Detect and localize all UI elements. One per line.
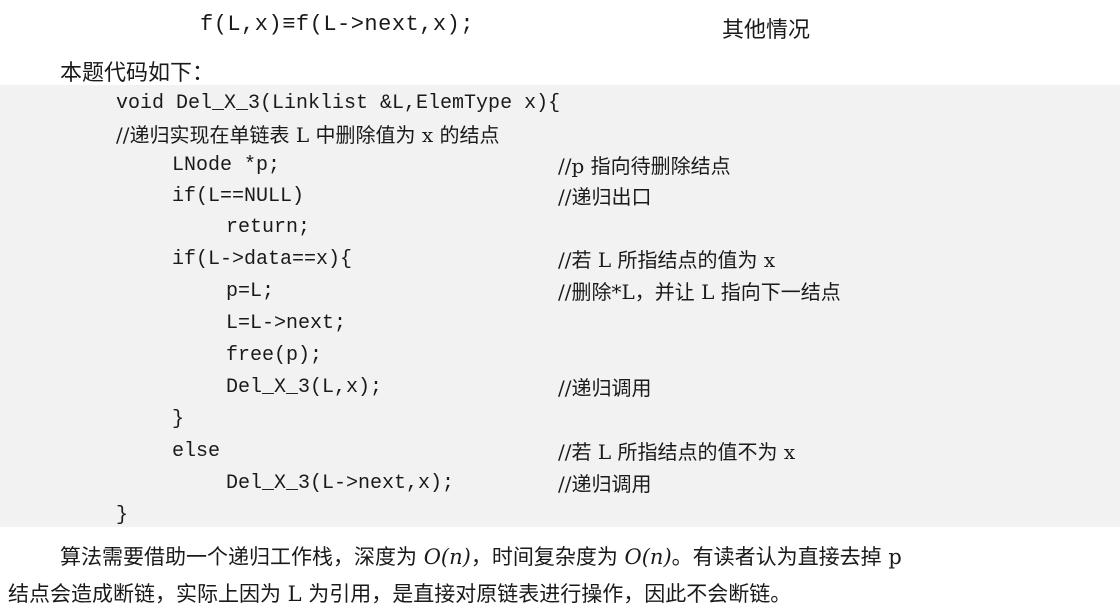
code-line: if(L==NULL) //递归出口 bbox=[0, 182, 1120, 212]
code-text: p=L; bbox=[226, 280, 275, 303]
code-comment: //p 指向待删除结点 bbox=[558, 154, 731, 178]
code-line: else //若 L 所指结点的值不为 x bbox=[0, 437, 1120, 467]
code-line: if(L->data==x){ //若 L 所指结点的值为 x bbox=[0, 245, 1120, 275]
paragraph-text: 。有读者认为直接去掉 p bbox=[671, 545, 902, 569]
code-text: void Del_X_3(Linklist &L,ElemType x){ bbox=[116, 92, 561, 115]
code-line: LNode *p; //p 指向待删除结点 bbox=[0, 151, 1120, 181]
code-line: L=L->next; bbox=[0, 309, 1120, 339]
code-line: } bbox=[0, 405, 1120, 435]
code-comment: //若 L 所指结点的值不为 x bbox=[558, 440, 796, 464]
code-line: Del_X_3(L->next,x); //递归调用 bbox=[0, 469, 1120, 499]
code-line: return; bbox=[0, 213, 1120, 243]
code-comment: //递归出口 bbox=[558, 185, 652, 209]
code-text: if(L==NULL) bbox=[172, 185, 305, 208]
paragraph-text: 算法需要借助一个递归工作栈，深度为 bbox=[60, 545, 424, 569]
code-block: void Del_X_3(Linklist &L,ElemType x){ //… bbox=[0, 85, 1120, 527]
code-line: free(p); bbox=[0, 341, 1120, 371]
code-text: else bbox=[172, 440, 221, 463]
paragraph-text: ，时间复杂度为 bbox=[470, 545, 625, 569]
explanation-paragraph-line2: 结点会造成断链，实际上因为 L 为引用，是直接对原链表进行操作，因此不会断链。 bbox=[8, 582, 792, 606]
code-text: free(p); bbox=[226, 344, 323, 367]
code-line: Del_X_3(L,x); //递归调用 bbox=[0, 373, 1120, 403]
code-line: p=L; //删除*L，并让 L 指向下一结点 bbox=[0, 277, 1120, 307]
code-line: } bbox=[0, 501, 1120, 531]
explanation-paragraph-line1: 算法需要借助一个递归工作栈，深度为 O(n)，时间复杂度为 O(n)。有读者认为… bbox=[60, 541, 1120, 571]
code-text: L=L->next; bbox=[226, 312, 347, 335]
formula-line: f(L,x)≡f(L->next,x); 其他情况 bbox=[0, 0, 1120, 58]
complexity-notation: O(n) bbox=[624, 545, 672, 569]
code-text: return; bbox=[226, 216, 311, 239]
code-text: if(L->data==x){ bbox=[172, 248, 353, 271]
code-line: //递归实现在单链表 L 中删除值为 x 的结点 bbox=[0, 120, 1120, 150]
code-comment: //递归调用 bbox=[558, 376, 652, 400]
code-line: void Del_X_3(Linklist &L,ElemType x){ bbox=[0, 89, 1120, 119]
code-comment: //递归调用 bbox=[558, 472, 652, 496]
code-text: LNode *p; bbox=[172, 154, 281, 177]
code-intro: 本题代码如下： bbox=[60, 61, 215, 86]
code-text: } bbox=[116, 504, 129, 527]
code-text: Del_X_3(L,x); bbox=[226, 376, 383, 399]
complexity-notation: O(n) bbox=[423, 545, 471, 569]
code-comment: //删除*L，并让 L 指向下一结点 bbox=[558, 280, 841, 304]
code-text: Del_X_3(L->next,x); bbox=[226, 472, 455, 495]
code-text: } bbox=[172, 408, 185, 431]
other-case-label: 其他情况 bbox=[722, 18, 811, 43]
recursive-formula: f(L,x)≡f(L->next,x); bbox=[200, 12, 475, 37]
code-comment: //若 L 所指结点的值为 x bbox=[558, 248, 776, 272]
code-text: //递归实现在单链表 L 中删除值为 x 的结点 bbox=[116, 123, 500, 147]
